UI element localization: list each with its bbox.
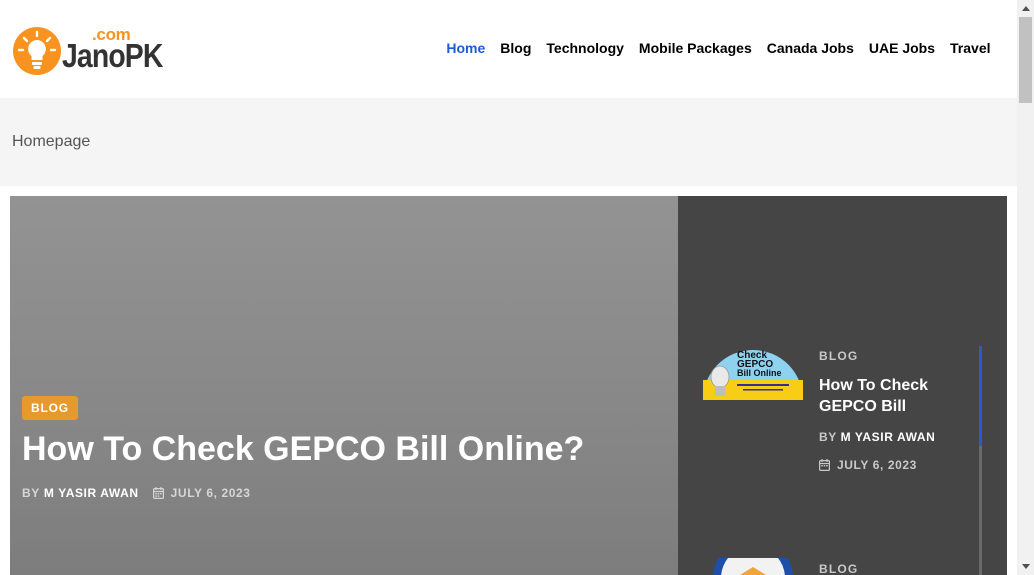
post-thumbnail[interactable] xyxy=(703,558,803,575)
site-logo[interactable]: .com JanoPK xyxy=(12,24,182,78)
side-post[interactable]: BLOG How To Check GEPCO Bill BY M YASIR … xyxy=(819,349,969,472)
side-post-category[interactable]: BLOG xyxy=(819,562,858,575)
side-list-scroll-indicator[interactable] xyxy=(979,346,982,446)
by-label: BY xyxy=(22,486,40,500)
logo-name-part2: PK xyxy=(124,37,164,74)
site-header: .com JanoPK Home Blog Technology Mobile … xyxy=(0,0,1017,98)
post-thumbnail[interactable]: Check GEPCO Bill Online xyxy=(703,348,803,400)
author-link[interactable]: M YASIR AWAN xyxy=(841,430,936,444)
scroll-up-button[interactable] xyxy=(1017,0,1034,17)
calendar-icon xyxy=(152,487,164,499)
nav-item-home[interactable]: Home xyxy=(439,40,493,56)
category-badge[interactable]: BLOG xyxy=(22,396,78,420)
nav-item-blog[interactable]: Blog xyxy=(493,40,539,56)
side-post-list: Check GEPCO Bill Online BLOG How To Chec… xyxy=(678,196,1007,575)
breadcrumb-band: Homepage xyxy=(0,98,1017,186)
page: .com JanoPK Home Blog Technology Mobile … xyxy=(0,0,1034,575)
scrollbar-thumb[interactable] xyxy=(1019,17,1032,103)
page-scrollbar[interactable] xyxy=(1017,0,1034,575)
featured-post-title[interactable]: How To Check GEPCO Bill Online? xyxy=(22,430,584,469)
thumb-text-3: Bill Online xyxy=(737,368,782,378)
post-date: JULY 6, 2023 xyxy=(837,458,917,472)
side-post-category[interactable]: BLOG xyxy=(819,349,969,363)
nav-item-mobile-packages[interactable]: Mobile Packages xyxy=(631,40,759,56)
nav-item-canada-jobs[interactable]: Canada Jobs xyxy=(759,40,861,56)
featured-post[interactable]: BLOG How To Check GEPCO Bill Online? BY … xyxy=(10,196,678,575)
main-nav: Home Blog Technology Mobile Packages Can… xyxy=(439,40,998,56)
chevron-down-icon xyxy=(1021,564,1030,569)
side-post-title[interactable]: How To Check GEPCO Bill xyxy=(819,375,969,417)
calendar-icon xyxy=(819,459,830,471)
logo-name: JanoPK xyxy=(62,37,163,75)
side-post[interactable]: BLOG xyxy=(819,562,858,575)
by-label: BY xyxy=(819,430,837,444)
nav-item-technology[interactable]: Technology xyxy=(539,40,632,56)
post-date: JULY 6, 2023 xyxy=(170,486,251,500)
nav-item-travel[interactable]: Travel xyxy=(943,40,998,56)
lightbulb-icon xyxy=(13,27,61,75)
side-post-author-meta: BY M YASIR AWAN xyxy=(819,430,969,444)
post-meta: BY M YASIR AWAN JULY 6, 2023 xyxy=(22,486,251,500)
nav-item-uae-jobs[interactable]: UAE Jobs xyxy=(861,40,942,56)
side-post-date-meta: JULY 6, 2023 xyxy=(819,458,969,472)
scroll-down-button[interactable] xyxy=(1017,558,1034,575)
chevron-up-icon xyxy=(1021,6,1030,11)
breadcrumb: Homepage xyxy=(12,133,91,150)
author-link[interactable]: M YASIR AWAN xyxy=(44,486,139,500)
logo-name-part1: Jano xyxy=(62,37,126,74)
